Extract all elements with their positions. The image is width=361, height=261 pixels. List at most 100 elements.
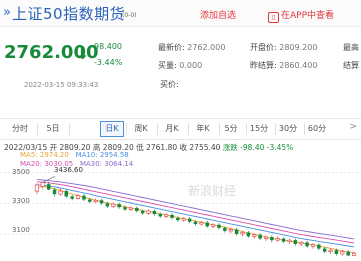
y-axis-label-3100: 3100 <box>12 226 30 234</box>
ma5-value: MA5: 2974.20 <box>20 151 69 159</box>
ma-info-row1: MA5: 2974.20 MA10: 2954.58 <box>20 151 129 159</box>
candle <box>328 248 333 254</box>
candle-body <box>93 199 98 203</box>
buy-volume-label: 买量: <box>158 61 177 70</box>
candle-body <box>205 222 210 227</box>
candle <box>217 223 221 230</box>
tab-divider <box>157 123 158 135</box>
price-change-pct: -3.44% <box>94 58 123 67</box>
candle-body <box>146 210 151 214</box>
tab-daily-k[interactable]: 日K <box>100 121 124 137</box>
high-label: 最高 <box>343 43 359 52</box>
field-buy-price: 买价: <box>160 79 179 90</box>
kline-change: 涨跌 -98.40 <box>222 143 265 152</box>
candle <box>146 209 151 215</box>
kline-close: 收 2755.40 <box>179 143 221 152</box>
candle <box>275 236 280 242</box>
candle <box>128 206 133 211</box>
candle-body <box>263 236 269 239</box>
candle-body <box>158 214 163 217</box>
phone-icon: ▯ <box>268 12 279 23</box>
candle-body <box>193 221 198 225</box>
candle-body <box>317 244 321 249</box>
candle-body <box>252 234 257 237</box>
candle-body <box>217 224 221 228</box>
candle-body <box>99 200 104 204</box>
candle <box>82 194 86 202</box>
tab-intraday[interactable]: 分时 <box>9 122 31 136</box>
page-title: 上证50指数期货 <box>12 5 126 23</box>
candle-body <box>228 229 233 232</box>
candle-body <box>275 238 280 241</box>
tab-divider <box>246 123 247 135</box>
open-value: 2809.200 <box>279 43 318 52</box>
add-watchlist-button[interactable]: 添加自选 <box>200 8 236 21</box>
candle <box>322 247 327 254</box>
tab-5min[interactable]: 5分 <box>222 122 240 136</box>
candle-body <box>117 204 121 208</box>
back-arrow-icon[interactable]: » <box>3 5 11 20</box>
candle-body <box>40 182 45 187</box>
candle <box>287 238 292 244</box>
candle <box>170 213 174 220</box>
candle <box>64 189 69 198</box>
candle <box>270 235 274 243</box>
candle-body <box>310 244 316 247</box>
candle-body <box>346 251 350 256</box>
kline-low: 低 2761.80 <box>136 143 178 152</box>
candle-body <box>340 251 345 255</box>
open-in-app-label: 在APP中查看 <box>281 11 335 21</box>
candle-body <box>328 249 333 252</box>
latest-value: 2762.000 <box>187 43 226 52</box>
candle-body <box>187 218 192 222</box>
tab-weekly-k[interactable]: 周K <box>130 122 152 136</box>
candle <box>181 217 186 222</box>
tab-divider <box>275 123 276 135</box>
candle <box>34 183 39 195</box>
tab-yearly-k[interactable]: 年K <box>192 122 214 136</box>
open-in-app-button[interactable]: ▯ 在APP中查看 <box>268 8 334 23</box>
field-prev-settle: 昨结算: 2860.400 <box>250 60 317 71</box>
candle-body <box>46 184 51 190</box>
candle-body <box>75 195 81 200</box>
candle-body <box>140 211 145 214</box>
kline-chart[interactable] <box>0 165 361 257</box>
tab-30min[interactable]: 30分 <box>277 122 299 136</box>
tab-15min[interactable]: 15分 <box>248 122 270 136</box>
candle-body <box>135 207 139 211</box>
candle-body <box>123 207 127 210</box>
candle-body <box>181 218 186 221</box>
tab-5day[interactable]: 5日 <box>42 122 64 136</box>
period-tabs: 分时 5日 日K 周K 月K 年K 5分 15分 30分 60分 > <box>0 118 361 140</box>
candle-body <box>234 229 239 234</box>
candle-body <box>176 217 180 221</box>
tab-scroll-right-icon[interactable]: > <box>349 122 357 132</box>
candle-body <box>334 250 339 254</box>
candle-body <box>170 214 174 218</box>
candle <box>152 209 157 216</box>
candle <box>293 238 298 246</box>
prev-settle-value: 2860.400 <box>279 61 318 70</box>
candle-body <box>270 237 274 241</box>
y-axis-label-3300: 3300 <box>12 197 30 205</box>
candle-body <box>164 214 169 217</box>
tab-60min[interactable]: 60分 <box>306 122 328 136</box>
down-arrow-icon: ⬇ <box>76 44 90 63</box>
price-change: 98.400 <box>94 42 122 51</box>
field-open: 开盘价: 2809.200 <box>250 42 317 53</box>
candle-body <box>70 196 74 199</box>
candle-body <box>246 232 251 237</box>
candle <box>281 237 286 244</box>
candle <box>317 243 321 251</box>
candle-body <box>82 195 86 200</box>
candle <box>70 194 74 201</box>
buy-price-label: 买价: <box>160 80 179 89</box>
tab-monthly-k[interactable]: 月K <box>161 122 183 136</box>
candle <box>40 182 45 189</box>
candle-body <box>299 242 304 245</box>
candle <box>246 230 251 238</box>
candle-body <box>128 207 133 210</box>
candle-body <box>88 199 92 202</box>
y-axis-label-3500: 3500 <box>12 168 30 176</box>
candle <box>187 217 192 224</box>
